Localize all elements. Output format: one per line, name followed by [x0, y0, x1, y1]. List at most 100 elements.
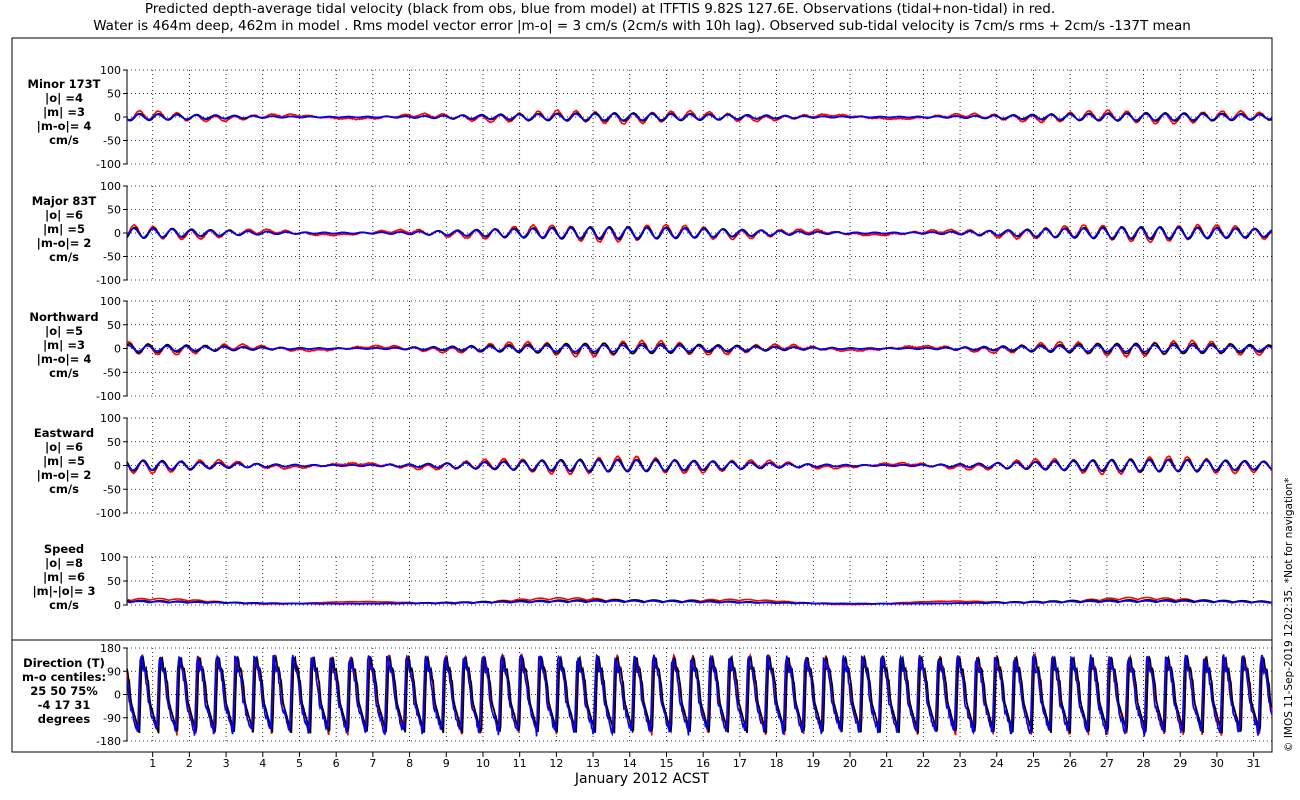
chart-title-line-2: Water is 464m deep, 462m in model . Rms …	[93, 18, 1191, 34]
xtick-label: 1	[149, 757, 156, 770]
ytick-label-minor: 50	[107, 88, 121, 101]
ytick-label-direction: 180	[100, 642, 121, 655]
xtick-label: 6	[333, 757, 340, 770]
ytick-label-eastward: 0	[114, 460, 121, 473]
xtick-label: 22	[916, 757, 930, 770]
velocity-chart: Predicted depth-average tidal velocity (…	[11, 1, 1295, 787]
ytick-label-speed: 100	[100, 551, 121, 564]
panel-label-direction: Direction (T)	[23, 656, 105, 670]
xtick-label: 28	[1137, 757, 1151, 770]
panel-label-minor: |o| =4	[45, 91, 83, 105]
ytick-label-major: 100	[100, 180, 121, 193]
ytick-label-major: 50	[107, 204, 121, 217]
panel-label-speed: |m|-|o|= 3	[32, 584, 95, 598]
panel-label-minor: Minor 173T	[28, 77, 101, 91]
xtick-label: 11	[513, 757, 527, 770]
xtick-label: 16	[696, 757, 710, 770]
ytick-label-eastward: -100	[96, 507, 121, 520]
panel-label-speed: |m| =6	[43, 570, 85, 584]
xtick-label: 27	[1100, 757, 1114, 770]
ytick-label-speed: 50	[107, 575, 121, 588]
xtick-label: 5	[296, 757, 303, 770]
xtick-label: 19	[806, 757, 820, 770]
xtick-label: 15	[659, 757, 673, 770]
panel-label-eastward: |o| =6	[45, 440, 83, 454]
panel-label-northward: cm/s	[49, 366, 79, 380]
panel-label-major: cm/s	[49, 250, 79, 264]
x-axis-label: January 2012 ACST	[574, 771, 710, 787]
ytick-label-speed: 0	[114, 599, 121, 612]
xtick-label: 30	[1210, 757, 1224, 770]
panel-label-minor: |m| =3	[43, 105, 85, 119]
ytick-label-direction: 90	[107, 665, 121, 678]
copyright-credit: © IMOS 11-Sep-2019 12:02:35. *Not for na…	[1283, 478, 1295, 752]
panel-label-northward: Northward	[29, 310, 98, 324]
ytick-label-major: -50	[103, 251, 121, 264]
ytick-label-northward: -50	[103, 366, 121, 379]
upper-frame	[11, 37, 1273, 641]
panel-label-major: |o| =6	[45, 208, 83, 222]
panel-label-northward: |o| =5	[45, 324, 83, 338]
ytick-label-northward: -100	[96, 390, 121, 403]
xtick-label: 18	[770, 757, 784, 770]
y-tick-labels: 100 50 0 -50 -100 100 50 0 -50 -100 100 50 0 -50 -100 1…	[96, 64, 121, 748]
series-model-major	[126, 226, 1273, 240]
ytick-label-northward: 100	[100, 295, 121, 308]
ytick-label-minor: -50	[103, 135, 121, 148]
ytick-label-eastward: 50	[107, 436, 121, 449]
panel-label-speed: cm/s	[49, 598, 79, 612]
ytick-label-major: -100	[96, 274, 121, 287]
panel-label-direction: degrees	[38, 712, 91, 726]
x-tick-labels: 1 2 3 4 5 6 7 8 9 10 11 12 13 14 15 16 17 18 19 20 21 22 23 24 2…	[149, 752, 1261, 770]
plot-frames	[11, 37, 1273, 753]
panel-label-speed: Speed	[44, 542, 84, 556]
xtick-label: 29	[1173, 757, 1187, 770]
chart-title-line-1: Predicted depth-average tidal velocity (…	[145, 1, 1055, 17]
xtick-label: 14	[623, 757, 637, 770]
xtick-label: 25	[1026, 757, 1040, 770]
xtick-label: 20	[843, 757, 857, 770]
panel-label-northward: |m-o|= 4	[37, 352, 92, 366]
xtick-label: 12	[549, 757, 563, 770]
panel-label-northward: |m| =3	[43, 338, 85, 352]
panel-label-eastward: |m| =5	[43, 454, 85, 468]
xtick-label: 3	[223, 757, 230, 770]
data-series	[126, 108, 1273, 737]
ytick-label-minor: 100	[100, 64, 121, 77]
panel-label-eastward: cm/s	[49, 482, 79, 496]
xtick-label: 9	[443, 757, 450, 770]
panel-label-direction: 25 50 75%	[30, 684, 98, 698]
xtick-label: 26	[1063, 757, 1077, 770]
xtick-label: 4	[259, 757, 266, 770]
ytick-label-direction: -90	[103, 712, 121, 725]
panel-label-direction: m-o centiles:	[22, 670, 106, 684]
xtick-label: 31	[1247, 757, 1261, 770]
panel-label-eastward: |m-o|= 2	[37, 468, 92, 482]
ytick-label-eastward: -50	[103, 483, 121, 496]
xtick-label: 10	[476, 757, 490, 770]
ytick-label-major: 0	[114, 227, 121, 240]
panel-label-major: |m-o|= 2	[37, 236, 92, 250]
ytick-label-minor: -100	[96, 158, 121, 171]
ytick-label-direction: -180	[96, 735, 121, 748]
xtick-label: 7	[369, 757, 376, 770]
panel-label-minor: cm/s	[49, 133, 79, 147]
series-obs_tidal-direction	[126, 654, 1273, 734]
xtick-label: 13	[586, 757, 600, 770]
panel-label-direction: -4 17 31	[38, 698, 91, 712]
panel-label-major: |m| =5	[43, 222, 85, 236]
ytick-label-northward: 50	[107, 319, 121, 332]
ytick-label-northward: 0	[114, 343, 121, 356]
panel-label-major: Major 83T	[32, 194, 97, 208]
ytick-label-direction: 0	[114, 689, 121, 702]
panel-label-eastward: Eastward	[34, 426, 94, 440]
panel-label-speed: |o| =8	[45, 556, 83, 570]
panel-label-minor: |m-o|= 4	[37, 119, 92, 133]
xtick-label: 17	[733, 757, 747, 770]
ytick-label-eastward: 100	[100, 412, 121, 425]
ytick-label-minor: 0	[114, 111, 121, 124]
xtick-label: 23	[953, 757, 967, 770]
panel-side-labels: Minor 173T|o| =4|m| =3|m-o|= 4cm/sMajor …	[22, 77, 106, 726]
xtick-label: 24	[990, 757, 1004, 770]
xtick-label: 2	[186, 757, 193, 770]
